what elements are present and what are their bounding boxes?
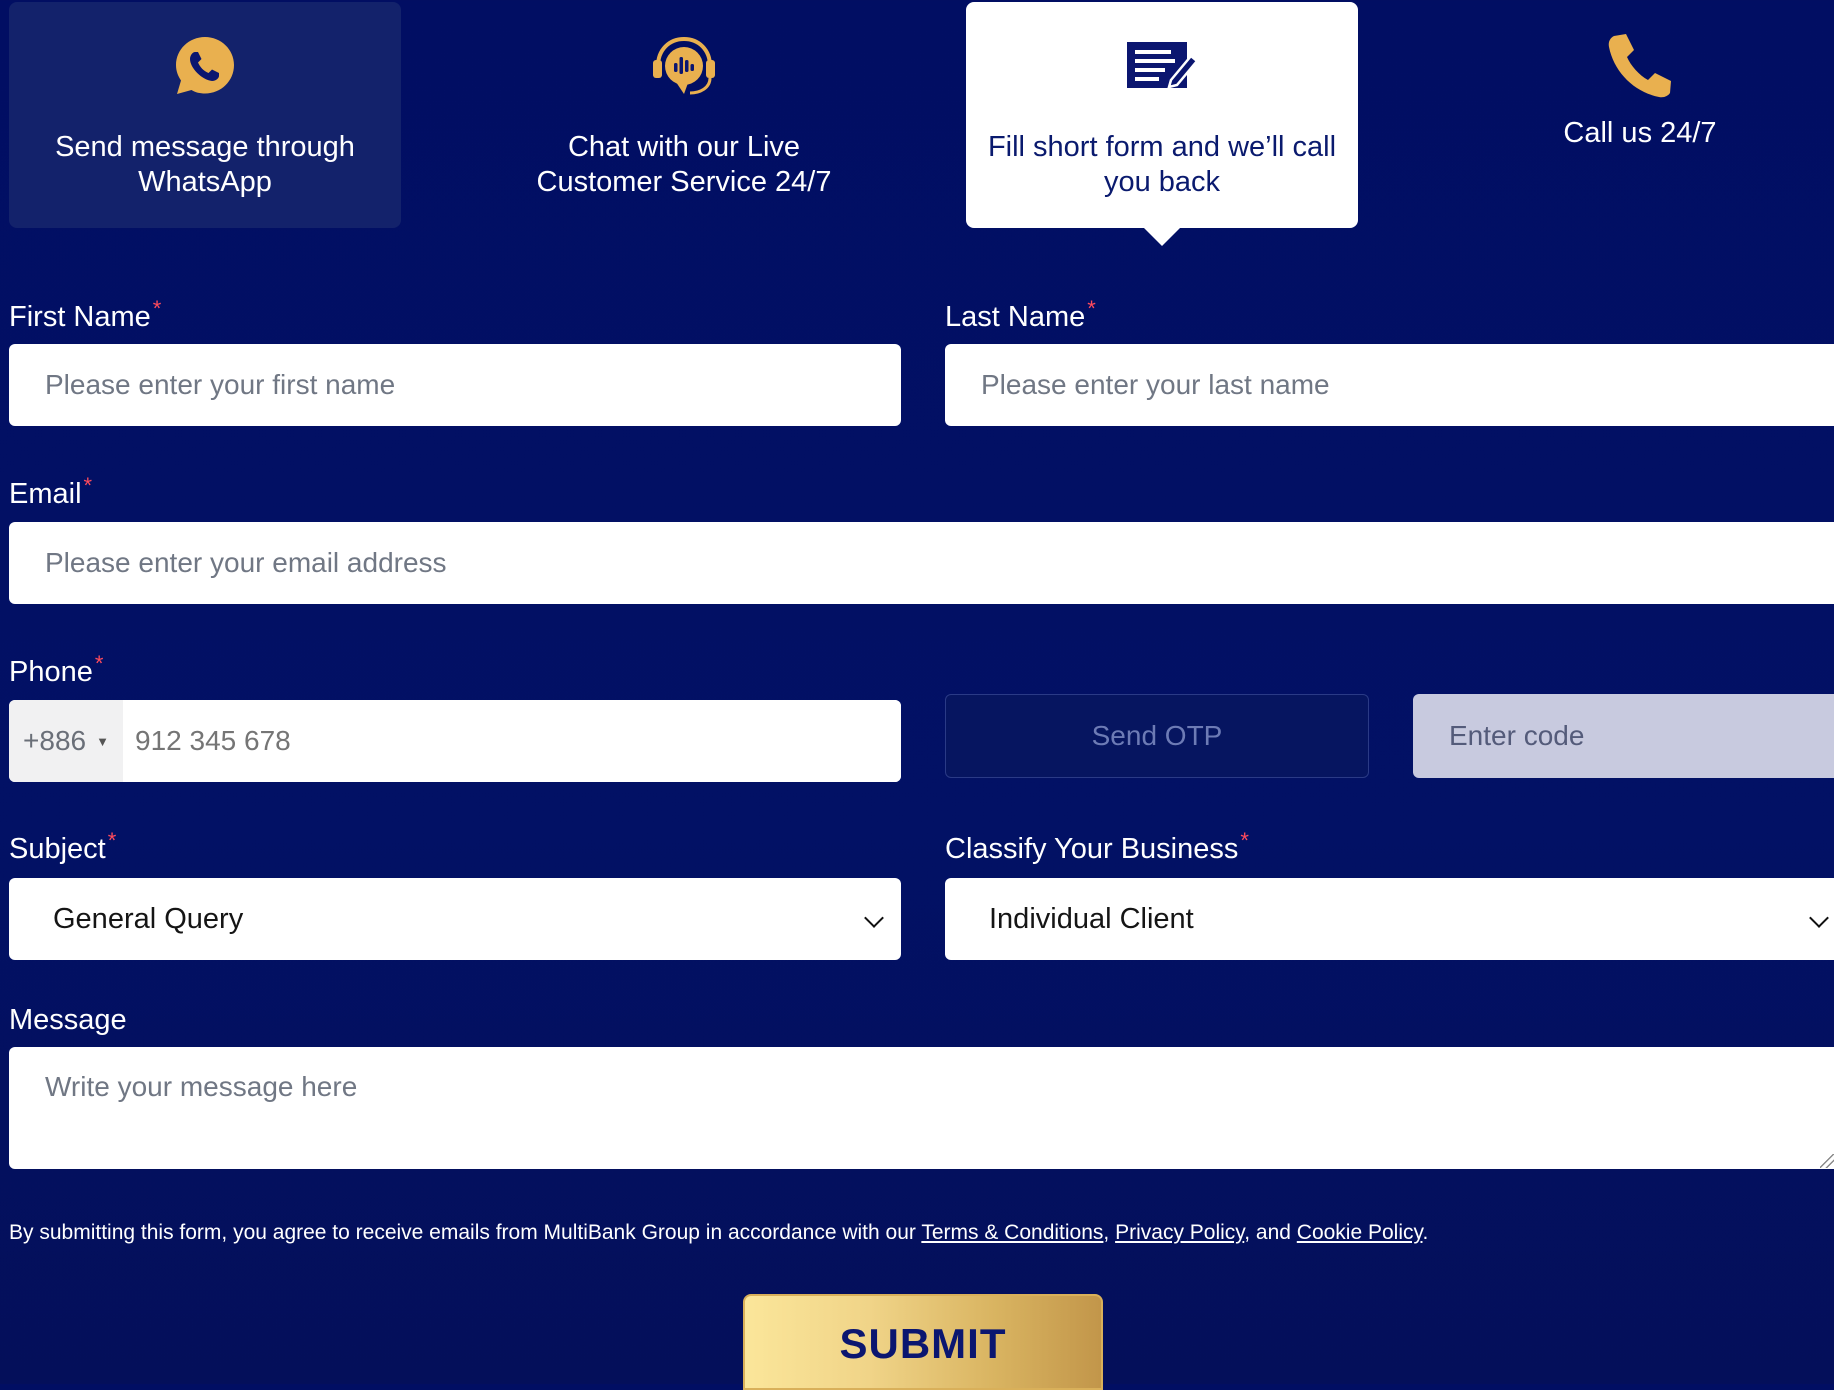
callback-form-card[interactable]: Fill short form and we’ll call you back bbox=[966, 2, 1358, 246]
submit-label: SUBMIT bbox=[839, 1320, 1007, 1367]
business-label: Classify Your Business* bbox=[945, 828, 1249, 865]
contact-page: Send message through WhatsApp Chat with … bbox=[0, 0, 1834, 1390]
whatsapp-icon bbox=[9, 30, 401, 102]
form-edit-icon bbox=[966, 30, 1358, 102]
call-us-card-label: Call us 24/7 bbox=[1563, 117, 1717, 149]
submit-button[interactable]: SUBMIT bbox=[743, 1294, 1103, 1390]
required-marker: * bbox=[1087, 296, 1096, 321]
call-us-card[interactable]: Call us 24/7 bbox=[1444, 2, 1834, 228]
terms-link[interactable]: Terms & Conditions bbox=[921, 1221, 1103, 1244]
country-code-value: +886 bbox=[23, 725, 87, 756]
callback-form-card-label: Fill short form and we’ll call you back bbox=[987, 131, 1337, 198]
send-otp-label: Send OTP bbox=[1091, 720, 1223, 751]
subject-value: General Query bbox=[53, 902, 244, 935]
caret-down-icon: ▼ bbox=[96, 733, 109, 749]
first-name-input[interactable] bbox=[9, 344, 901, 426]
required-marker: * bbox=[1240, 828, 1249, 853]
live-chat-card-label: Chat with our Live Customer Service 24/7 bbox=[536, 131, 832, 198]
whatsapp-card[interactable]: Send message through WhatsApp bbox=[9, 2, 401, 228]
required-marker: * bbox=[152, 296, 162, 321]
phone-label: Phone* bbox=[9, 651, 104, 688]
required-marker: * bbox=[107, 828, 117, 853]
required-marker: * bbox=[94, 651, 104, 676]
send-otp-button[interactable]: Send OTP bbox=[945, 694, 1369, 778]
chevron-down-icon bbox=[864, 908, 884, 928]
first-name-label: First Name* bbox=[9, 296, 162, 333]
email-input[interactable] bbox=[9, 522, 1834, 604]
headset-chat-icon bbox=[488, 30, 880, 102]
phone-input[interactable] bbox=[123, 700, 901, 782]
phone-icon bbox=[1444, 30, 1834, 102]
message-textarea[interactable] bbox=[9, 1047, 1834, 1169]
whatsapp-card-label: Send message through WhatsApp bbox=[55, 131, 355, 198]
last-name-label: Last Name* bbox=[945, 296, 1096, 333]
chevron-down-icon bbox=[1809, 908, 1829, 928]
email-label: Email* bbox=[9, 473, 93, 510]
phone-field: +886 ▼ bbox=[9, 700, 901, 782]
subject-label: Subject* bbox=[9, 828, 117, 865]
business-value: Individual Client bbox=[989, 902, 1194, 935]
otp-code-input[interactable] bbox=[1413, 694, 1834, 778]
resize-handle[interactable] bbox=[1820, 1154, 1834, 1168]
business-select[interactable]: Individual Client bbox=[945, 878, 1834, 960]
country-code-select[interactable]: +886 ▼ bbox=[9, 700, 123, 782]
message-label: Message bbox=[9, 1004, 127, 1036]
privacy-policy-link[interactable]: Privacy Policy bbox=[1115, 1221, 1244, 1244]
live-chat-card[interactable]: Chat with our Live Customer Service 24/7 bbox=[488, 2, 880, 228]
subject-select[interactable]: General Query bbox=[9, 878, 901, 960]
required-marker: * bbox=[83, 473, 93, 498]
consent-text: By submitting this form, you agree to re… bbox=[9, 1221, 1429, 1244]
last-name-input[interactable] bbox=[945, 344, 1834, 426]
cookie-policy-link[interactable]: Cookie Policy bbox=[1297, 1221, 1423, 1244]
